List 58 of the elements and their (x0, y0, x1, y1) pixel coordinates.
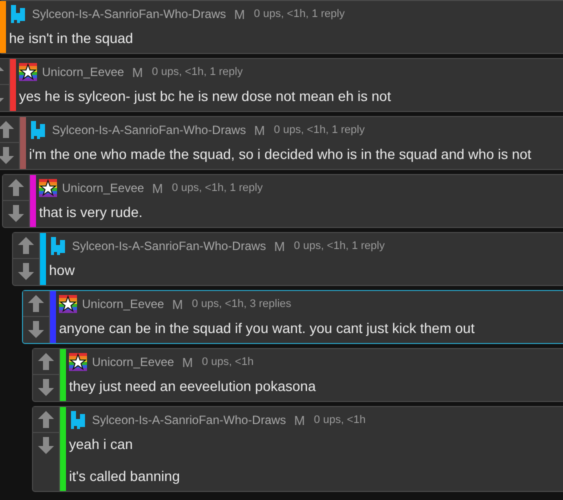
comment-meta: 0 ups, <1h, 1 reply (274, 124, 365, 136)
user-flag-label: M (182, 354, 193, 370)
down-arrow-icon (0, 147, 14, 164)
username[interactable]: Unicorn_Eevee (92, 355, 174, 369)
up-arrow-icon (8, 179, 24, 196)
comment-text: that is very rude. (39, 203, 144, 222)
comment-text: anyone can be in the squad if you want. you cant just kick them out (59, 319, 476, 338)
comment-text: it's called banning (69, 467, 181, 486)
upvote-button[interactable] (23, 291, 49, 317)
comment-meta: 0 ups, <1h, 1 reply (294, 240, 385, 252)
comment-text: yeah i can (69, 435, 134, 454)
comment-meta: 0 ups, <1h (202, 356, 254, 368)
comment-meta: 0 ups, <1h, 1 reply (172, 182, 263, 194)
user-flag-label: M (234, 6, 245, 22)
comment-text: they just need an eeveelution pokasona (69, 377, 317, 396)
upvote-button[interactable] (33, 407, 59, 433)
avatar-icon (69, 353, 87, 371)
user-flag-label: M (274, 238, 285, 254)
username[interactable]: Sylceon-Is-A-SanrioFan-Who-Draws (72, 239, 266, 253)
username[interactable]: Unicorn_Eevee (62, 181, 144, 195)
username[interactable]: Sylceon-Is-A-SanrioFan-Who-Draws (92, 413, 286, 427)
comment-meta: 0 ups, <1h, 3 replies (192, 298, 292, 310)
username[interactable]: Unicorn_Eevee (42, 65, 124, 79)
up-arrow-icon (38, 353, 54, 370)
comment-meta: 0 ups, <1h, 1 reply (152, 66, 243, 78)
comment-text: he isn't in the squad (9, 29, 134, 48)
username[interactable]: Unicorn_Eevee (82, 297, 164, 311)
down-arrow-icon (38, 379, 54, 396)
upvote-button[interactable] (3, 175, 29, 201)
avatar-icon (39, 179, 57, 197)
username[interactable]: Sylceon-Is-A-SanrioFan-Who-Draws (52, 123, 246, 137)
down-arrow-icon (8, 205, 24, 222)
down-arrow-icon (18, 263, 34, 280)
user-flag-label: M (132, 64, 143, 80)
user-flag-label: M (172, 296, 183, 312)
comment-meta: 0 ups, <1h (314, 414, 366, 426)
comment-meta: 0 ups, <1h, 1 reply (254, 8, 345, 20)
user-flag-label: M (254, 122, 265, 138)
up-arrow-icon (38, 411, 54, 428)
username[interactable]: Sylceon-Is-A-SanrioFan-Who-Draws (32, 7, 226, 21)
user-flag-label: M (294, 412, 305, 428)
avatar-icon (29, 121, 47, 139)
avatar-icon (9, 5, 27, 23)
avatar-icon (19, 63, 37, 81)
avatar-icon (59, 295, 77, 313)
comment-text: yes he is sylceon- just bc he is new dose not mean eh is not (19, 87, 392, 106)
user-flag-label: M (152, 180, 163, 196)
down-arrow-icon (28, 321, 44, 338)
up-arrow-icon (0, 121, 14, 138)
up-arrow-icon (28, 295, 44, 312)
upvote-button[interactable] (13, 233, 39, 259)
avatar-icon (69, 411, 87, 429)
up-arrow-icon (18, 237, 34, 254)
comment-text: how (49, 261, 76, 280)
avatar-icon (49, 237, 67, 255)
comment-text: i'm the one who made the squad, so i decided who is in the squad and who is not (29, 145, 532, 164)
down-arrow-icon (38, 437, 54, 454)
upvote-button[interactable] (33, 349, 59, 375)
